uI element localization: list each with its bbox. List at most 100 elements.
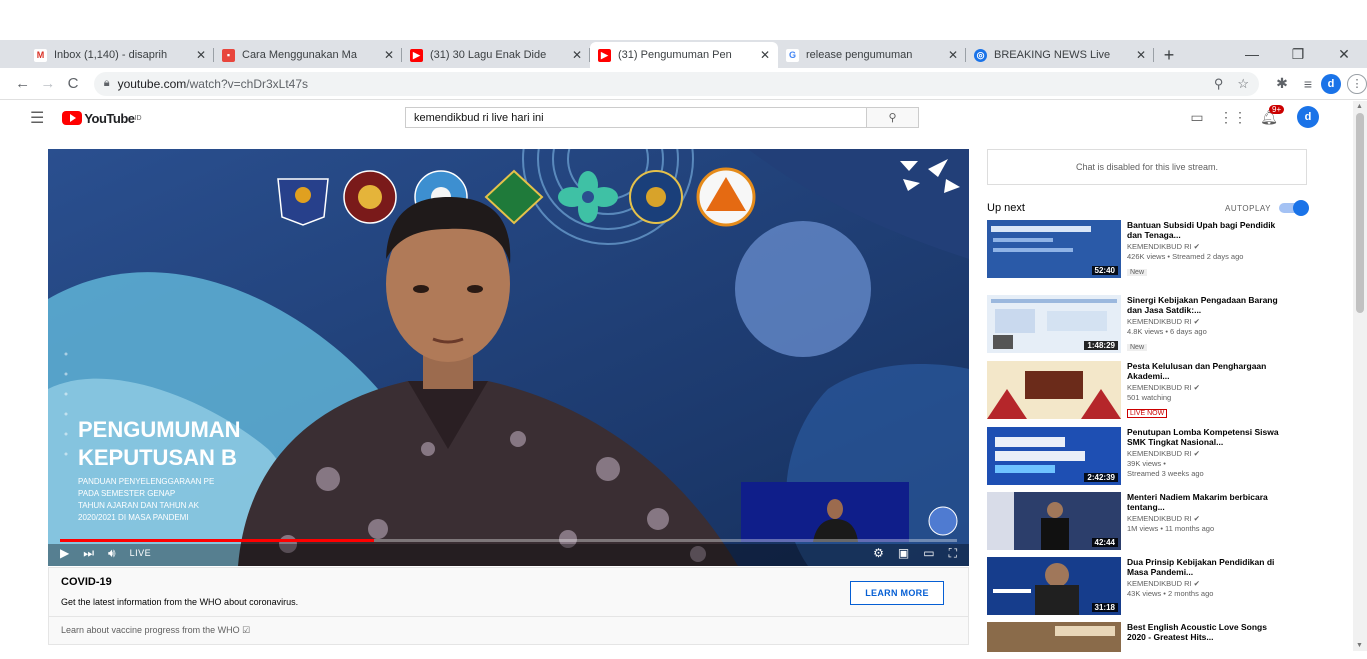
theater-mode-icon[interactable]: ▭ (923, 546, 934, 560)
list-item[interactable]: 31:18 Dua Prinsip Kebijakan Pendidikan d… (987, 557, 1317, 615)
globe-icon: ◎ (974, 48, 987, 62)
scroll-up-icon[interactable]: ▲ (1356, 103, 1363, 110)
tab-title: Cara Menggunakan Ma (242, 49, 357, 61)
toolbar-actions: ✱ ≡ d ⋮ (1269, 73, 1367, 94)
list-item[interactable]: Pesta Kelulusan dan Penghargaan Akademi.… (987, 361, 1317, 420)
apps-grid-icon[interactable]: ⋮⋮ (1215, 109, 1251, 126)
scroll-down-icon[interactable]: ▼ (1356, 642, 1363, 649)
video-meta: Sinergi Kebijakan Pengadaan Barang dan J… (1127, 295, 1287, 354)
back-icon[interactable]: ← (10, 75, 35, 92)
list-item[interactable]: 42:44 Menteri Nadiem Makarim berbicara t… (987, 492, 1317, 550)
scrollbar-thumb[interactable] (1356, 113, 1364, 313)
video-title[interactable]: Menteri Nadiem Makarim berbicara tentang… (1127, 492, 1287, 512)
youtube-logo[interactable]: YouTube ID (62, 111, 142, 126)
list-item[interactable]: 52:40 Bantuan Subsidi Upah bagi Pendidik… (987, 220, 1317, 279)
channel-name[interactable]: KEMENDIKBUD RI ✔ (1127, 579, 1287, 588)
video-player[interactable]: PENGUMUMAN KEPUTUSAN B PANDUAN PENYELENG… (48, 149, 969, 566)
miniplayer-icon[interactable]: ▣ (898, 546, 909, 560)
browser-tab[interactable]: ▪ Cara Menggunakan Ma ✕ (214, 42, 402, 68)
video-title[interactable]: Dua Prinsip Kebijakan Pendidikan di Masa… (1127, 557, 1287, 577)
youtube-profile-avatar[interactable]: d (1297, 106, 1319, 128)
video-frame: PENGUMUMAN KEPUTUSAN B PANDUAN PENYELENG… (48, 149, 969, 566)
notifications-bell-icon[interactable]: 🔔︎ 9+ (1251, 104, 1287, 126)
browser-tab-active[interactable]: ▶ (31) Pengumuman Pen ✕ (590, 42, 778, 68)
close-window-icon[interactable]: ✕ (1321, 40, 1367, 68)
video-duration: 52:40 (1091, 266, 1118, 275)
fullscreen-icon[interactable]: ⛶ (949, 546, 957, 561)
region-mark: ID (134, 114, 142, 122)
slide-line: PANDUAN PENYELENGGARAAN PE (78, 477, 214, 486)
extensions-icon[interactable]: ✱ (1269, 75, 1295, 92)
next-icon[interactable]: ⏭︎ (83, 546, 94, 561)
video-age: Streamed 3 weeks ago (1127, 469, 1204, 478)
video-views: 1M views • 11 months ago (1127, 524, 1215, 533)
restore-icon[interactable]: ❐ (1275, 40, 1321, 68)
tab-title: release pengumuman (806, 49, 913, 61)
profile-avatar[interactable]: d (1321, 73, 1341, 94)
browser-tab[interactable]: M Inbox (1,140) - disaprih ✕ (26, 42, 214, 68)
close-icon[interactable]: ✕ (1136, 48, 1146, 62)
youtube-masthead: ☰ YouTubeID ⚲ ▭ ⋮⋮ 🔔︎9+ d (0, 101, 1367, 135)
new-tab-button[interactable]: + (1154, 42, 1184, 68)
reload-icon[interactable]: C (60, 75, 85, 92)
tab-title: (31) Pengumuman Pen (618, 49, 732, 61)
live-indicator[interactable]: LIVE (130, 548, 152, 558)
video-title[interactable]: Penutupan Lomba Kompetensi Siswa SMK Tin… (1127, 427, 1287, 447)
forward-icon[interactable]: → (35, 75, 60, 92)
list-item[interactable]: 1:48:29 Sinergi Kebijakan Pengadaan Bara… (987, 295, 1317, 354)
divider (49, 616, 968, 617)
close-icon[interactable]: ✕ (384, 48, 394, 62)
list-item[interactable]: 2:42:39 Penutupan Lomba Kompetensi Siswa… (987, 427, 1317, 485)
browser-tab[interactable]: G release pengumuman ✕ (778, 42, 966, 68)
search-button[interactable]: ⚲ (867, 107, 919, 128)
hamburger-menu-icon[interactable]: ☰ (30, 108, 44, 128)
browser-tab[interactable]: ▶ (31) 30 Lagu Enak Dide ✕ (402, 42, 590, 68)
channel-name[interactable]: KEMENDIKBUD RI ✔ (1127, 242, 1287, 251)
google-icon: G (786, 48, 799, 62)
browser-tab[interactable]: ◎ BREAKING NEWS Live ✕ (966, 42, 1154, 68)
channel-name[interactable]: KEMENDIKBUD RI ✔ (1127, 317, 1287, 326)
volume-icon[interactable]: 🔊︎ (108, 546, 116, 561)
video-meta: Pesta Kelulusan dan Penghargaan Akademi.… (1127, 361, 1287, 420)
play-icon[interactable]: ▶ (60, 546, 69, 560)
search-input[interactable] (405, 107, 867, 128)
video-title[interactable]: Sinergi Kebijakan Pengadaan Barang dan J… (1127, 295, 1287, 315)
menu-icon[interactable]: ⋮ (1347, 73, 1367, 94)
page-scrollbar[interactable]: ▲ ▼ (1353, 101, 1367, 651)
video-title[interactable]: Bantuan Subsidi Upah bagi Pendidik dan T… (1127, 220, 1287, 240)
video-title[interactable]: Best English Acoustic Love Songs 2020 - … (1127, 622, 1287, 642)
video-views: 39K views • (1127, 459, 1166, 468)
close-icon[interactable]: ✕ (196, 48, 206, 62)
video-thumbnail[interactable]: 1:48:29 (987, 295, 1121, 353)
star-icon[interactable]: ☆ (1237, 76, 1249, 92)
video-title[interactable]: Pesta Kelulusan dan Penghargaan Akademi.… (1127, 361, 1287, 381)
vaccine-link[interactable]: Learn about vaccine progress from the WH… (61, 625, 250, 636)
channel-name[interactable]: KEMENDIKBUD RI ✔ (1127, 449, 1287, 458)
create-video-icon[interactable]: ▭ (1179, 109, 1215, 126)
learn-more-button[interactable]: LEARN MORE (850, 581, 944, 605)
video-thumbnail[interactable] (987, 622, 1121, 652)
video-thumbnail[interactable]: 2:42:39 (987, 427, 1121, 485)
close-icon[interactable]: ✕ (948, 48, 958, 62)
video-views: 43K views • 2 months ago (1127, 589, 1214, 598)
close-icon[interactable]: ✕ (572, 48, 582, 62)
tab-title: Inbox (1,140) - disaprih (54, 49, 168, 61)
video-views: 4.8K views • 6 days ago (1127, 327, 1207, 336)
autoplay-toggle[interactable] (1279, 200, 1309, 216)
video-thumbnail[interactable]: 42:44 (987, 492, 1121, 550)
video-meta: Menteri Nadiem Makarim berbicara tentang… (1127, 492, 1287, 550)
reading-list-icon[interactable]: ≡ (1295, 76, 1321, 92)
list-item[interactable]: Best English Acoustic Love Songs 2020 - … (987, 622, 1317, 652)
video-meta: Penutupan Lomba Kompetensi Siswa SMK Tin… (1127, 427, 1287, 485)
channel-name[interactable]: KEMENDIKBUD RI ✔ (1127, 383, 1287, 392)
channel-name[interactable]: KEMENDIKBUD RI ✔ (1127, 514, 1287, 523)
video-thumbnail[interactable] (987, 361, 1121, 419)
video-thumbnail[interactable]: 31:18 (987, 557, 1121, 615)
video-duration: 31:18 (1091, 603, 1118, 612)
close-icon[interactable]: ✕ (760, 48, 770, 62)
settings-gear-icon[interactable]: ⚙ (873, 546, 884, 560)
minimize-icon[interactable]: — (1229, 40, 1275, 68)
zoom-icon[interactable]: ⚲ (1214, 76, 1224, 92)
address-bar[interactable]: 🔒︎ youtube.com/watch?v=chDr3xLt47s ⚲ ☆ (93, 71, 1259, 96)
video-thumbnail[interactable]: 52:40 (987, 220, 1121, 278)
